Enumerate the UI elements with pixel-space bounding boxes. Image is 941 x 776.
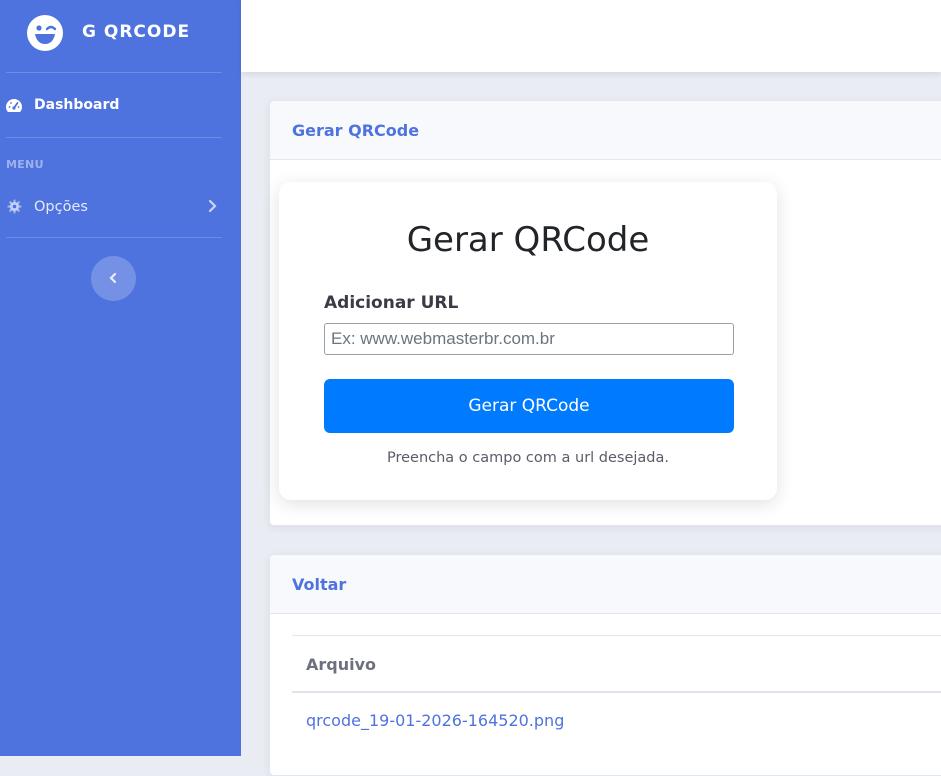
laugh-wink-icon: [27, 15, 63, 51]
qrcode-form-card: Gerar QRCode Adicionar URL Gerar QRCode …: [279, 182, 777, 500]
sidebar-item-label: Opções: [34, 199, 88, 215]
sidebar: G QRCODE Dashboard MENU Opções: [0, 0, 241, 756]
sidebar-item-opcoes[interactable]: Opções: [0, 188, 241, 226]
chevron-left-icon: [109, 272, 117, 284]
generate-card: Gerar QRCode Gerar QRCode Adicionar URL …: [269, 100, 941, 526]
sidebar-divider: [6, 137, 222, 138]
sidebar-toggle-button[interactable]: [91, 256, 136, 301]
url-label: Adicionar URL: [324, 293, 459, 313]
files-card: Voltar Arquivo qrcode_19-01-2026-164520.…: [269, 554, 941, 776]
table-border: [292, 635, 941, 636]
url-input[interactable]: [324, 323, 734, 355]
topbar: [241, 0, 941, 72]
brand-title: G QRCODE: [82, 22, 191, 42]
card-header: Gerar QRCode: [270, 101, 941, 160]
form-hint: Preencha o campo com a url desejada.: [386, 450, 670, 466]
generate-qrcode-button[interactable]: Gerar QRCode: [324, 379, 734, 433]
sidebar-divider: [6, 72, 222, 73]
file-link[interactable]: qrcode_19-01-2026-164520.png: [306, 711, 564, 730]
column-header-arquivo: Arquivo: [306, 655, 377, 674]
back-link[interactable]: Voltar: [292, 575, 346, 594]
sidebar-divider: [6, 237, 222, 238]
card-header: Voltar: [270, 555, 941, 614]
form-title: Gerar QRCode: [406, 220, 650, 260]
brand[interactable]: G QRCODE: [0, 0, 241, 72]
sidebar-item-dashboard[interactable]: Dashboard: [0, 88, 241, 124]
chevron-right-icon: [208, 199, 217, 213]
table-header-border: [292, 691, 941, 693]
tachometer-icon: [6, 99, 22, 112]
card-title: Gerar QRCode: [292, 121, 420, 140]
cog-icon: [7, 199, 22, 214]
sidebar-item-label: Dashboard: [34, 97, 120, 113]
sidebar-heading: MENU: [6, 158, 44, 171]
